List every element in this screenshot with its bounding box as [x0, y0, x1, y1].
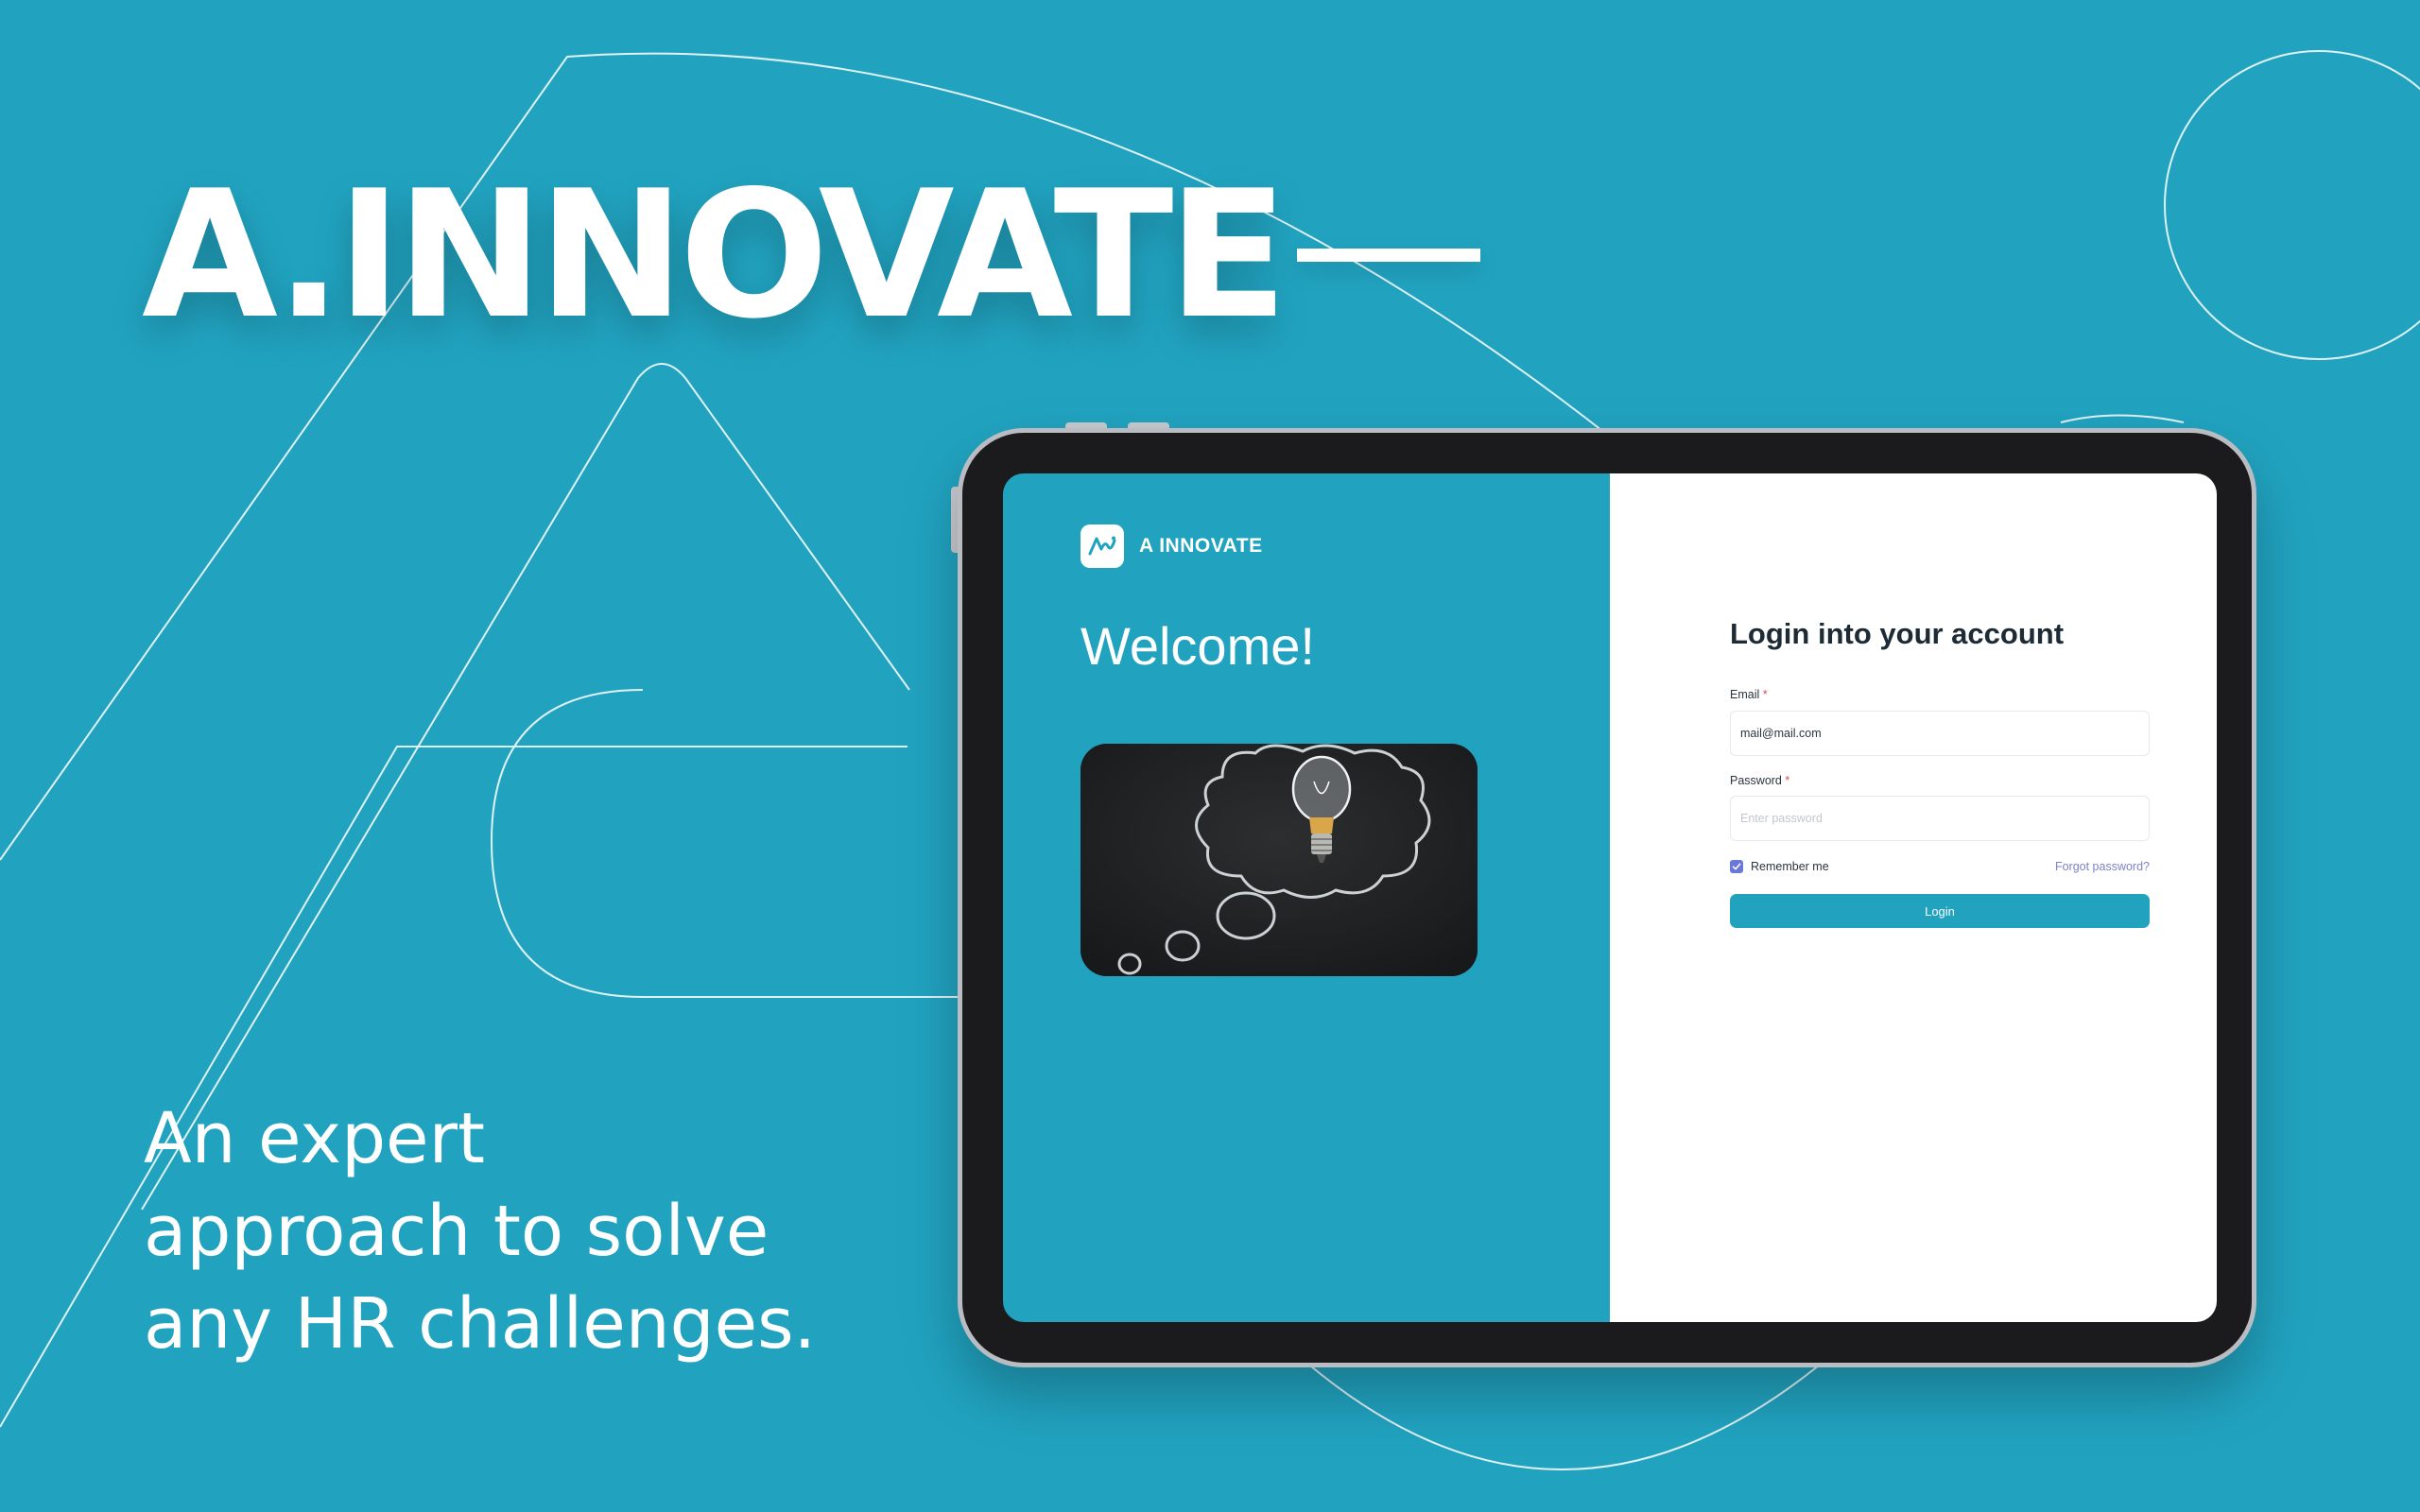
remember-label: Remember me	[1751, 860, 1829, 873]
lightbulb-thought-image	[1080, 744, 1478, 976]
required-mark: *	[1785, 774, 1790, 787]
checkmark-icon	[1732, 863, 1741, 870]
brand-logo-icon	[1088, 536, 1116, 556]
email-input[interactable]	[1730, 711, 2150, 756]
remember-me[interactable]: Remember me	[1730, 860, 1829, 873]
brand-logo-icon	[1080, 524, 1124, 568]
welcome-heading: Welcome!	[1080, 616, 1315, 676]
hero-tagline: An expert approach to solve any HR chall…	[144, 1092, 994, 1370]
login-title: Login into your account	[1730, 617, 2065, 650]
tablet-screen: A INNOVATE Welcome! Login into your acco…	[1003, 473, 2217, 1322]
login-button[interactable]: Login	[1730, 894, 2150, 928]
tagline-line: any HR challenges.	[144, 1283, 817, 1365]
email-label-text: Email	[1730, 688, 1760, 701]
lightbulb-icon	[1080, 744, 1478, 976]
email-label: Email *	[1730, 688, 1768, 701]
hero-title: A.INNOVATE	[142, 152, 1288, 357]
password-label: Password *	[1730, 774, 1789, 787]
tagline-line: approach to solve	[144, 1191, 769, 1272]
welcome-panel: A INNOVATE Welcome!	[1003, 473, 1610, 1322]
brand-name: A INNOVATE	[1139, 535, 1263, 557]
password-input[interactable]	[1730, 796, 2150, 841]
tagline-line: An expert	[144, 1098, 486, 1179]
remember-checkbox[interactable]	[1730, 860, 1743, 873]
hero-dash	[1297, 249, 1480, 262]
password-label-text: Password	[1730, 774, 1782, 787]
required-mark: *	[1762, 688, 1768, 701]
brand: A INNOVATE	[1080, 524, 1263, 568]
forgot-password-link[interactable]: Forgot password?	[2055, 860, 2150, 873]
login-panel: Login into your account Email * Password…	[1610, 473, 2217, 1322]
